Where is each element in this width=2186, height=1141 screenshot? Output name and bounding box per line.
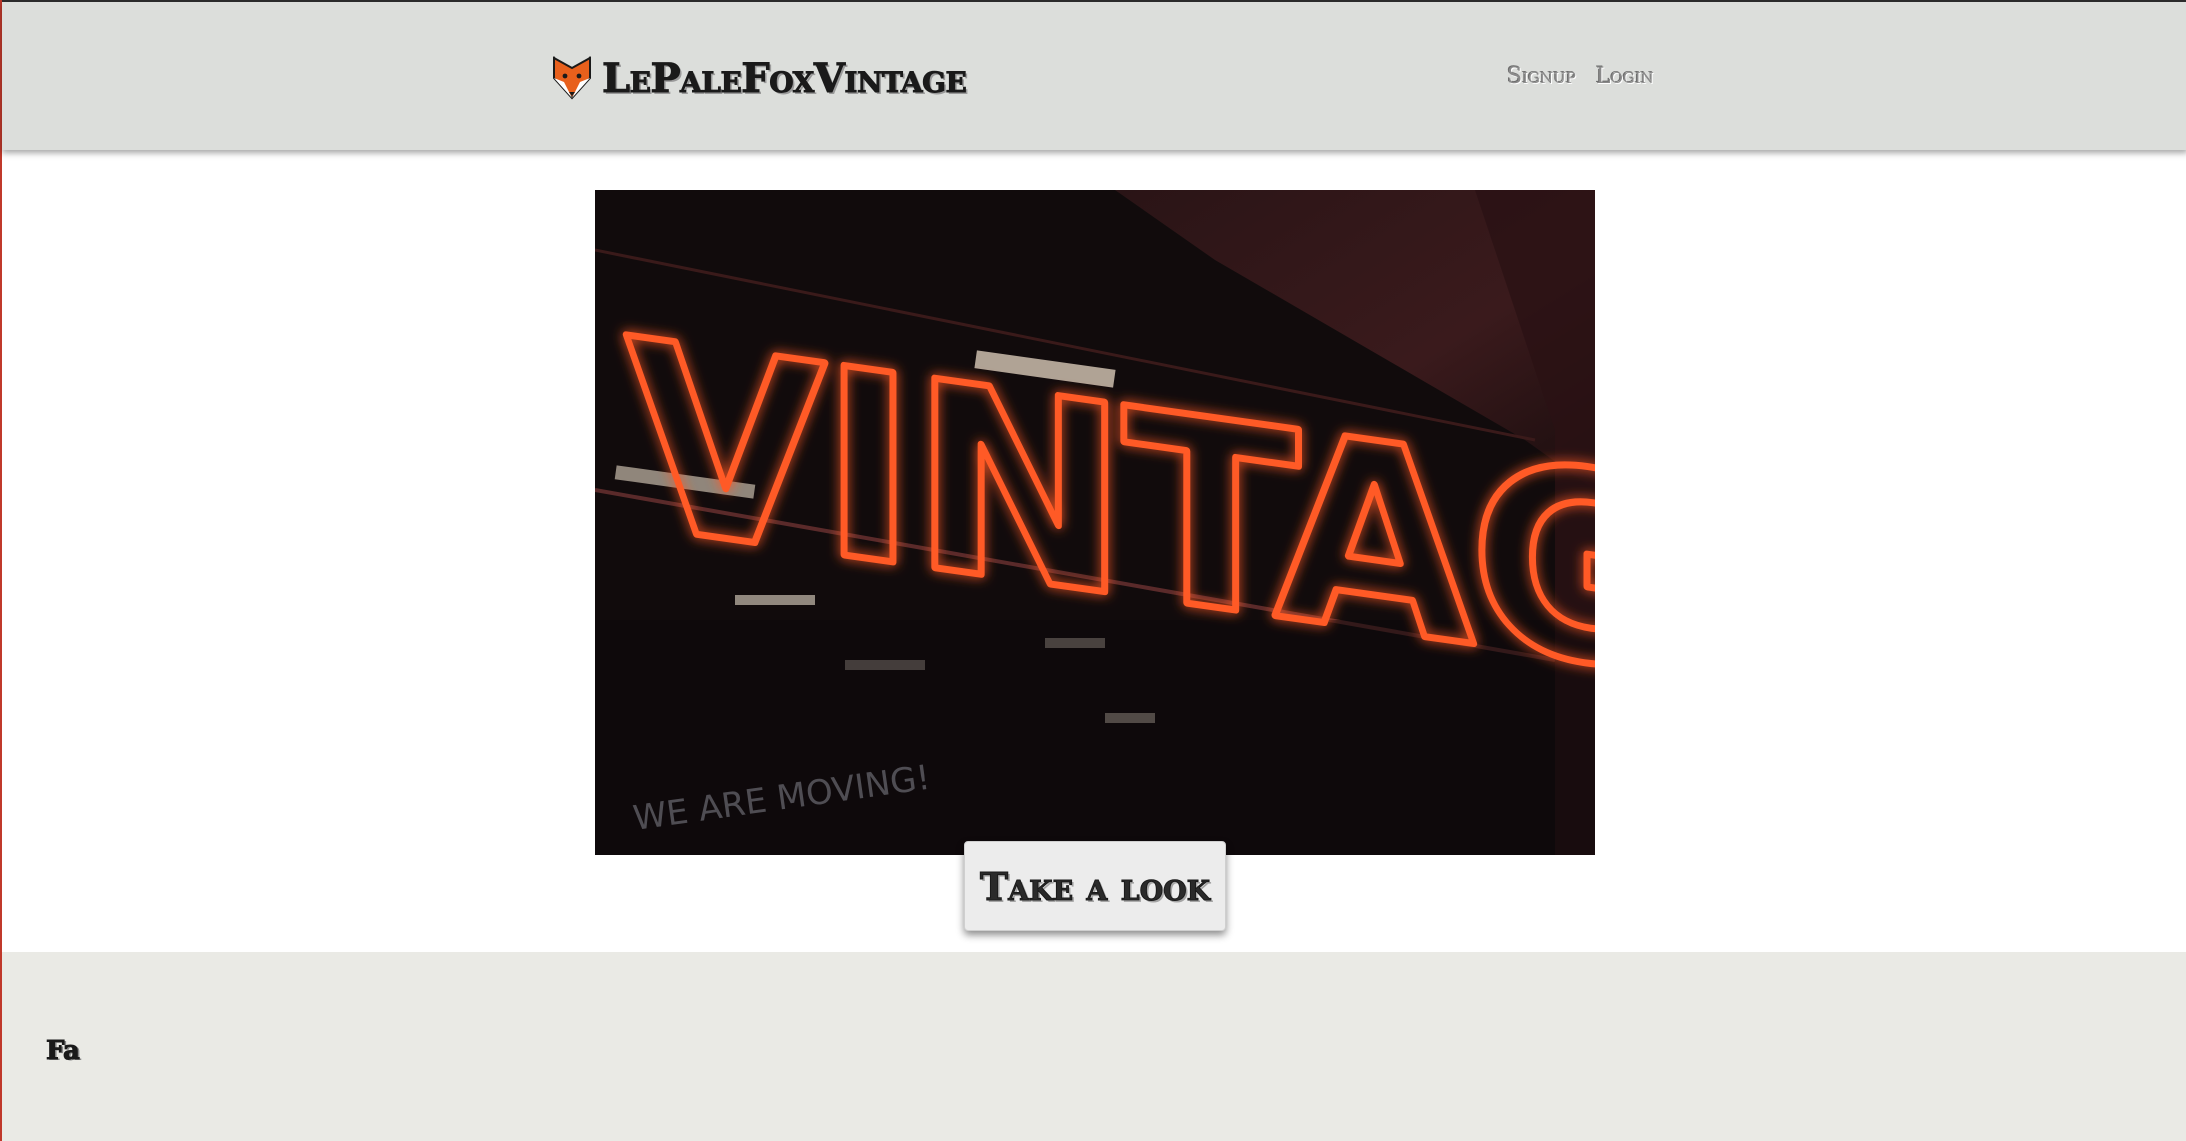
top-navbar: LePaleFoxVintage Signup Login [2, 0, 2186, 150]
signup-link[interactable]: Signup [1507, 64, 1576, 89]
neon-sign-photo: VINTAGE WE ARE MOVING! [595, 190, 1595, 855]
footer-logo[interactable]: Fa [46, 1036, 81, 1067]
main-nav: Signup Login [1507, 64, 1654, 89]
brand-link[interactable]: LePaleFoxVintage [550, 54, 967, 102]
login-link[interactable]: Login [1596, 64, 1654, 89]
footer: Fa [2, 952, 2186, 1141]
brand-name: LePaleFoxVintage [601, 54, 967, 102]
fox-icon [553, 56, 591, 100]
hero-image: VINTAGE WE ARE MOVING! [595, 190, 1595, 855]
take-a-look-button[interactable]: Take a look [964, 841, 1226, 931]
